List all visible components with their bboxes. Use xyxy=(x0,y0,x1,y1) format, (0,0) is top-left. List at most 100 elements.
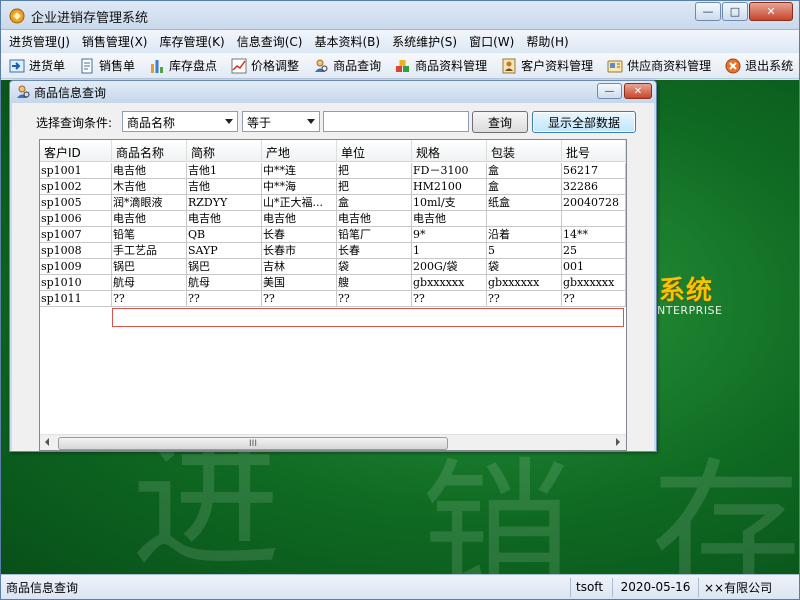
table-cell[interactable]: ?? xyxy=(187,291,262,307)
table-cell[interactable]: 长春 xyxy=(262,227,337,243)
table-cell[interactable]: 盒 xyxy=(487,179,562,195)
table-cell[interactable]: 盒 xyxy=(487,163,562,179)
table-cell[interactable]: 电吉他 xyxy=(337,211,412,227)
table-cell[interactable]: sp1009 xyxy=(40,259,112,275)
column-header[interactable]: 规格 xyxy=(412,140,487,162)
column-header[interactable]: 包装 xyxy=(487,140,562,162)
table-cell[interactable]: 艘 xyxy=(337,275,412,291)
table-cell[interactable]: 吉林 xyxy=(262,259,337,275)
table-cell[interactable]: 把 xyxy=(337,163,412,179)
table-cell[interactable]: ?? xyxy=(112,291,187,307)
menu-basic-data[interactable]: 基本资料(B) xyxy=(306,33,384,50)
toolbar-supplier-management[interactable]: 供应商资料管理 xyxy=(599,57,717,74)
table-cell[interactable]: 32286 xyxy=(562,179,626,195)
toolbar-sales-order[interactable]: 销售单 xyxy=(71,57,141,74)
table-cell[interactable]: SAYP xyxy=(187,243,262,259)
table-cell[interactable]: sp1008 xyxy=(40,243,112,259)
table-cell[interactable]: 20040728 xyxy=(562,195,626,211)
table-row[interactable]: sp1010 航母 航母 美国艘 gbxxxxxx gbxxxxxx gbxxxxxx xyxy=(40,275,626,291)
table-cell[interactable]: gbxxxxxx xyxy=(562,275,626,291)
table-cell[interactable]: 200G/袋 xyxy=(412,259,487,275)
toolbar-exit-system[interactable]: 退出系统 xyxy=(717,57,799,74)
table-cell[interactable]: RZDYY xyxy=(187,195,262,211)
table-cell[interactable]: 电吉他 xyxy=(112,211,187,227)
table-cell[interactable]: sp1007 xyxy=(40,227,112,243)
column-header[interactable]: 客户ID xyxy=(40,140,112,162)
table-cell[interactable]: 铅笔 xyxy=(112,227,187,243)
close-button[interactable]: ✕ xyxy=(749,2,793,21)
horizontal-scrollbar[interactable]: III xyxy=(40,434,626,450)
menu-query[interactable]: 信息查询(C) xyxy=(229,33,307,50)
table-cell[interactable]: 9* xyxy=(412,227,487,243)
table-cell[interactable]: 盒 xyxy=(337,195,412,211)
table-cell[interactable] xyxy=(562,211,626,227)
table-cell[interactable]: QB xyxy=(187,227,262,243)
table-cell[interactable]: 袋 xyxy=(337,259,412,275)
table-cell[interactable]: 沿着 xyxy=(487,227,562,243)
toolbar-stock-check[interactable]: 库存盘点 xyxy=(141,57,223,74)
table-row[interactable]: sp1011?????????????? xyxy=(40,291,626,307)
column-header[interactable]: 单位 xyxy=(337,140,412,162)
table-cell[interactable]: 10ml/支 xyxy=(412,195,487,211)
table-cell[interactable]: 木吉他 xyxy=(112,179,187,195)
table-cell[interactable]: sp1005 xyxy=(40,195,112,211)
operator-select[interactable]: 等于 xyxy=(242,111,320,132)
table-cell[interactable]: 锅巴 xyxy=(187,259,262,275)
table-cell[interactable]: gbxxxxxx xyxy=(412,275,487,291)
table-cell[interactable]: 56217 xyxy=(562,163,626,179)
maximize-button[interactable]: □ xyxy=(722,2,748,21)
table-row[interactable]: sp1007 铅笔 QB 长春 铅笔厂 9* 沿着 14** xyxy=(40,227,626,243)
table-cell[interactable]: 山*正大福... xyxy=(262,195,337,211)
table-cell[interactable]: 长春 xyxy=(337,243,412,259)
query-button[interactable]: 查询 xyxy=(472,111,528,133)
scroll-thumb[interactable]: III xyxy=(58,437,448,450)
toolbar-purchase-order[interactable]: 进货单 xyxy=(1,57,71,74)
menu-window[interactable]: 窗口(W) xyxy=(461,33,518,50)
table-row[interactable]: sp1009 锅巴 锅巴 吉林袋 200G/袋袋 001 xyxy=(40,259,626,275)
table-cell[interactable]: gbxxxxxx xyxy=(487,275,562,291)
table-cell[interactable]: ?? xyxy=(262,291,337,307)
table-cell[interactable]: HM2100 xyxy=(412,179,487,195)
table-cell[interactable]: 5 xyxy=(487,243,562,259)
menu-purchase[interactable]: 进货管理(J) xyxy=(1,33,74,50)
table-cell[interactable]: 润*滴眼液 xyxy=(112,195,187,211)
menu-inventory[interactable]: 库存管理(K) xyxy=(152,33,229,50)
table-cell[interactable]: 航母 xyxy=(187,275,262,291)
table-row[interactable]: sp1002 木吉他 吉他 中**海把 HM2100 盒 32286 xyxy=(40,179,626,195)
table-cell[interactable]: 001 xyxy=(562,259,626,275)
table-cell[interactable]: ?? xyxy=(562,291,626,307)
minimize-button[interactable]: — xyxy=(695,2,721,21)
show-all-button[interactable]: 显示全部数据 xyxy=(532,111,636,133)
table-row[interactable]: sp1005 润*滴眼液 RZDYY 山*正大福... 盒 10ml/支 纸盒 2004072… xyxy=(40,195,626,211)
table-cell[interactable]: FD－3100 xyxy=(412,163,487,179)
child-title-bar[interactable]: 商品信息查询 — ✕ xyxy=(10,81,656,103)
table-cell[interactable]: 吉他1 xyxy=(187,163,262,179)
field-select[interactable]: 商品名称 xyxy=(122,111,238,132)
table-cell[interactable]: 纸盒 xyxy=(487,195,562,211)
table-cell[interactable]: 电吉他 xyxy=(112,163,187,179)
toolbar-product-query[interactable]: 商品查询 xyxy=(305,57,387,74)
menu-system[interactable]: 系统维护(S) xyxy=(384,33,461,50)
table-cell[interactable]: 长春市 xyxy=(262,243,337,259)
table-cell[interactable]: 手工艺品 xyxy=(112,243,187,259)
column-header[interactable]: 商品名称 xyxy=(112,140,187,162)
table-cell[interactable]: ?? xyxy=(487,291,562,307)
table-row[interactable]: sp1001 电吉他 吉他1 中**连把 FD－3100 盒 56217 xyxy=(40,163,626,179)
table-row[interactable]: sp1006 电吉他 电吉他 电吉他 电吉他 电吉他 xyxy=(40,211,626,227)
column-header[interactable]: 产地 xyxy=(262,140,337,162)
toolbar-price-adjust[interactable]: 价格调整 xyxy=(223,57,305,74)
table-cell[interactable]: 电吉他 xyxy=(412,211,487,227)
toolbar-product-management[interactable]: 商品资料管理 xyxy=(387,57,493,74)
menu-help[interactable]: 帮助(H) xyxy=(518,33,572,50)
column-header[interactable]: 批号 xyxy=(562,140,626,162)
table-cell[interactable]: 锅巴 xyxy=(112,259,187,275)
table-cell[interactable]: ?? xyxy=(412,291,487,307)
toolbar-customer-management[interactable]: 客户资料管理 xyxy=(493,57,599,74)
table-cell[interactable]: 14** xyxy=(562,227,626,243)
table-cell[interactable]: 1 xyxy=(412,243,487,259)
table-cell[interactable]: sp1006 xyxy=(40,211,112,227)
menu-sales[interactable]: 销售管理(X) xyxy=(74,33,152,50)
table-cell[interactable]: 中**连 xyxy=(262,163,337,179)
table-cell[interactable]: 中**海 xyxy=(262,179,337,195)
table-cell[interactable]: ?? xyxy=(337,291,412,307)
